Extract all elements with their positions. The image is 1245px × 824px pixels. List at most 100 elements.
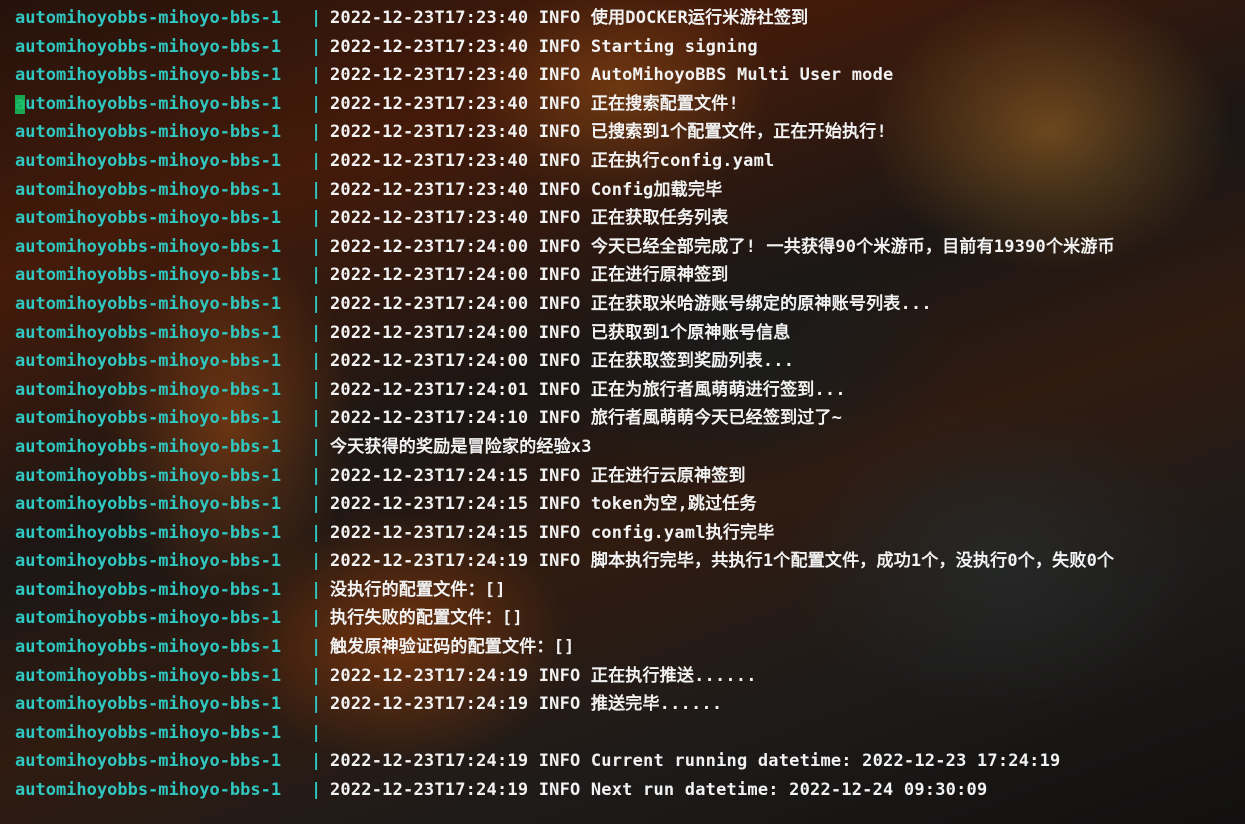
container-name: automihoyobbs-mihoyo-bbs-1 <box>15 637 282 658</box>
log-message: 2022-12-23T17:23:40 INFO 已搜索到1个配置文件，正在开始… <box>330 122 887 143</box>
container-name: automihoyobbs-mihoyo-bbs-1 <box>15 265 282 286</box>
terminal-window[interactable]: automihoyobbs-mihoyo-bbs-1 | 2022-12-23T17… <box>0 0 1245 824</box>
log-message: 2022-12-23T17:23:40 INFO 正在执行config.yaml <box>330 150 775 171</box>
log-message: 没执行的配置文件：[] <box>330 579 506 600</box>
log-line: automihoyobbs-mihoyo-bbs-1 | 触发原神验证码的配置文件：… <box>15 633 1115 662</box>
log-message: 2022-12-23T17:24:01 INFO 正在为旅行者風萌萌进行签到..… <box>330 379 846 400</box>
text-cursor <box>15 94 25 114</box>
log-message: 2022-12-23T17:24:00 INFO 正在进行原神签到 <box>330 265 729 286</box>
log-message: 2022-12-23T17:24:00 INFO 已获取到1个原神账号信息 <box>330 322 791 343</box>
log-message: 2022-12-23T17:24:15 INFO config.yaml执行完毕 <box>330 522 775 543</box>
container-name: automihoyobbs-mihoyo-bbs-1 <box>15 208 282 229</box>
log-message: 2022-12-23T17:24:00 INFO 今天已经全部完成了! 一共获得… <box>330 236 1115 257</box>
container-name: automihoyobbs-mihoyo-bbs-1 <box>15 65 282 86</box>
container-name: automihoyobbs-mihoyo-bbs-1 <box>15 608 282 629</box>
container-name: automihoyobbs-mihoyo-bbs-1 <box>15 351 282 372</box>
log-message: 2022-12-23T17:23:40 INFO 使用DOCKER运行米游社签到 <box>330 8 809 28</box>
separator-bar: | <box>311 436 322 457</box>
container-name: automihoyobbs-mihoyo-bbs-1 <box>15 93 282 114</box>
container-name: automihoyobbs-mihoyo-bbs-1 <box>15 379 282 400</box>
separator-bar: | <box>311 93 322 114</box>
log-message: 执行失败的配置文件：[] <box>330 608 523 629</box>
log-output: automihoyobbs-mihoyo-bbs-1 | 2022-12-23T17… <box>15 4 1115 805</box>
log-line: automihoyobbs-mihoyo-bbs-1 | 2022-12-23T17… <box>15 4 1115 33</box>
log-line: automihoyobbs-mihoyo-bbs-1 | 没执行的配置文件：[] <box>15 576 1115 605</box>
log-line: automihoyobbs-mihoyo-bbs-1 | 2022-12-23T17… <box>15 118 1115 147</box>
log-message: 2022-12-23T17:24:00 INFO 正在获取米哈游账号绑定的原神账… <box>330 293 932 314</box>
separator-bar: | <box>311 351 322 372</box>
log-line: automihoyobbs-mihoyo-bbs-1 | 2022-12-23T17… <box>15 319 1115 348</box>
separator-bar: | <box>311 150 322 171</box>
log-message: 2022-12-23T17:24:19 INFO Current running… <box>330 751 1061 772</box>
container-name: automihoyobbs-mihoyo-bbs-1 <box>15 322 282 343</box>
log-line: automihoyobbs-mihoyo-bbs-1 | 2022-12-23T17… <box>15 147 1115 176</box>
separator-bar: | <box>311 494 322 515</box>
log-message: 2022-12-23T17:23:40 INFO AutoMihoyoBBS M… <box>330 65 894 86</box>
container-name: automihoyobbs-mihoyo-bbs-1 <box>15 780 282 801</box>
separator-bar: | <box>311 722 322 743</box>
separator-bar: | <box>311 579 322 600</box>
log-message: 2022-12-23T17:23:40 INFO Starting signin… <box>330 36 758 57</box>
log-message: 2022-12-23T17:24:19 INFO 推送完毕...... <box>330 694 723 715</box>
separator-bar: | <box>311 265 322 286</box>
log-message: 2022-12-23T17:24:19 INFO 脚本执行完毕，共执行1个配置文… <box>330 551 1115 572</box>
container-name: automihoyobbs-mihoyo-bbs-1 <box>15 665 282 686</box>
separator-bar: | <box>311 608 322 629</box>
log-line: automihoyobbs-mihoyo-bbs-1 | 2022-12-23T17… <box>15 490 1115 519</box>
separator-bar: | <box>311 8 322 28</box>
container-name: automihoyobbs-mihoyo-bbs-1 <box>15 236 282 257</box>
container-name: automihoyobbs-mihoyo-bbs-1 <box>15 36 282 57</box>
log-message: 2022-12-23T17:24:15 INFO 正在进行云原神签到 <box>330 465 746 486</box>
log-message: 触发原神验证码的配置文件：[] <box>330 637 575 658</box>
log-line: automihoyobbs-mihoyo-bbs-1 | 2022-12-23T17… <box>15 462 1115 491</box>
log-line: automihoyobbs-mihoyo-bbs-1 | 2022-12-23T17… <box>15 204 1115 233</box>
log-message: 2022-12-23T17:24:10 INFO 旅行者風萌萌今天已经签到过了~ <box>330 408 843 429</box>
separator-bar: | <box>311 751 322 772</box>
log-line: automihoyobbs-mihoyo-bbs-1 | 2022-12-23T17… <box>15 690 1115 719</box>
log-message: 今天获得的奖励是冒险家的经验x3 <box>330 436 592 457</box>
separator-bar: | <box>311 551 322 572</box>
separator-bar: | <box>311 236 322 257</box>
separator-bar: | <box>311 408 322 429</box>
log-message: 2022-12-23T17:23:40 INFO Config加载完毕 <box>330 179 723 200</box>
log-message: 2022-12-23T17:24:19 INFO Next run dateti… <box>330 780 988 801</box>
log-line: automihoyobbs-mihoyo-bbs-1 | 2022-12-23T17… <box>15 347 1115 376</box>
log-line: automihoyobbs-mihoyo-bbs-1 | 2022-12-23T17… <box>15 747 1115 776</box>
separator-bar: | <box>311 293 322 314</box>
container-name: automihoyobbs-mihoyo-bbs-1 <box>15 579 282 600</box>
separator-bar: | <box>311 122 322 143</box>
container-name: automihoyobbs-mihoyo-bbs-1 <box>15 551 282 572</box>
container-name: automihoyobbs-mihoyo-bbs-1 <box>15 150 282 171</box>
log-line: automihoyobbs-mihoyo-bbs-1 | 2022-12-23T17… <box>15 376 1115 405</box>
container-name: automihoyobbs-mihoyo-bbs-1 <box>15 465 282 486</box>
separator-bar: | <box>311 522 322 543</box>
separator-bar: | <box>311 208 322 229</box>
separator-bar: | <box>311 780 322 801</box>
separator-bar: | <box>311 36 322 57</box>
container-name: automihoyobbs-mihoyo-bbs-1 <box>15 408 282 429</box>
log-message: 2022-12-23T17:24:15 INFO token为空,跳过任务 <box>330 494 757 515</box>
log-line: automihoyobbs-mihoyo-bbs-1 | 2022-12-23T17… <box>15 290 1115 319</box>
log-message: 2022-12-23T17:23:40 INFO 正在获取任务列表 <box>330 208 729 229</box>
separator-bar: | <box>311 665 322 686</box>
log-message: 2022-12-23T17:24:19 INFO 正在执行推送...... <box>330 665 757 686</box>
log-line: automihoyobbs-mihoyo-bbs-1 | 执行失败的配置文件：[] <box>15 604 1115 633</box>
container-name: automihoyobbs-mihoyo-bbs-1 <box>15 522 282 543</box>
separator-bar: | <box>311 322 322 343</box>
separator-bar: | <box>311 694 322 715</box>
log-message: 2022-12-23T17:24:00 INFO 正在获取签到奖励列表... <box>330 351 795 372</box>
log-message: 2022-12-23T17:23:40 INFO 正在搜索配置文件! <box>330 93 739 114</box>
log-line: automihoyobbs-mihoyo-bbs-1 | 2022-12-23T17… <box>15 33 1115 62</box>
log-line: automihoyobbs-mihoyo-bbs-1 | 2022-12-23T17… <box>15 61 1115 90</box>
log-line: automihoyobbs-mihoyo-bbs-1 | 今天获得的奖励是冒险家的经… <box>15 433 1115 462</box>
separator-bar: | <box>311 65 322 86</box>
separator-bar: | <box>311 637 322 658</box>
container-name: automihoyobbs-mihoyo-bbs-1 <box>15 751 282 772</box>
log-line: automihoyobbs-mihoyo-bbs-1 | 2022-12-23T17… <box>15 404 1115 433</box>
container-name: automihoyobbs-mihoyo-bbs-1 <box>15 436 282 457</box>
log-line: automihoyobbs-mihoyo-bbs-1 | 2022-12-23T17… <box>15 547 1115 576</box>
log-line: automihoyobbs-mihoyo-bbs-1 | 2022-12-23T17… <box>15 776 1115 805</box>
container-name: automihoyobbs-mihoyo-bbs-1 <box>15 122 282 143</box>
log-line: automihoyobbs-mihoyo-bbs-1 | 2022-12-23T17… <box>15 176 1115 205</box>
separator-bar: | <box>311 179 322 200</box>
